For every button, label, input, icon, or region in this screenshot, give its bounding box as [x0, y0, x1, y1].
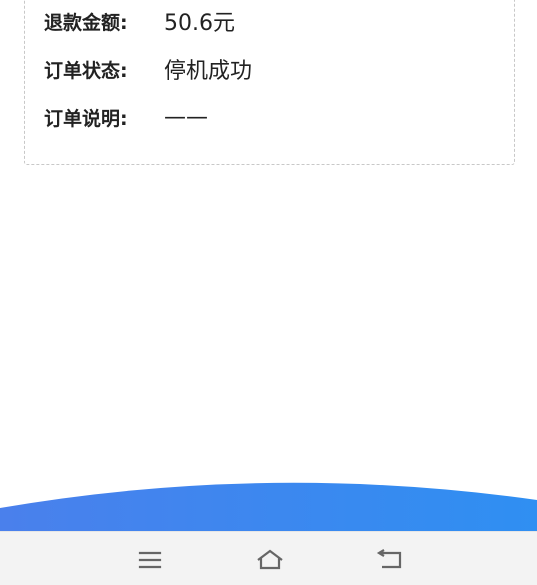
- back-button[interactable]: [375, 545, 405, 575]
- system-navigation-bar: [0, 531, 537, 585]
- home-button[interactable]: [255, 545, 285, 575]
- refund-amount-row: 退款金额: 50.6元: [44, 6, 235, 36]
- menu-button[interactable]: [135, 545, 165, 575]
- order-status-label: 订单状态:: [44, 59, 128, 82]
- order-note-row: 订单说明: ——: [44, 102, 208, 132]
- order-note-label: 订单说明:: [44, 107, 128, 130]
- order-status-row: 订单状态: 停机成功: [44, 54, 252, 84]
- order-status-value: 停机成功: [164, 59, 253, 84]
- order-note-value: ——: [164, 104, 208, 130]
- order-info-card: 退款金额: 50.6元 订单状态: 停机成功 订单说明: ——: [24, 0, 515, 165]
- refund-amount-value: 50.6元: [164, 11, 235, 36]
- home-icon: [257, 549, 283, 570]
- screen: 退款金额: 50.6元 订单状态: 停机成功 订单说明: ——: [0, 0, 537, 585]
- menu-icon: [138, 551, 162, 569]
- decorative-wave: [0, 482, 537, 540]
- refund-amount-label: 退款金额:: [44, 11, 128, 34]
- back-icon: [376, 549, 402, 569]
